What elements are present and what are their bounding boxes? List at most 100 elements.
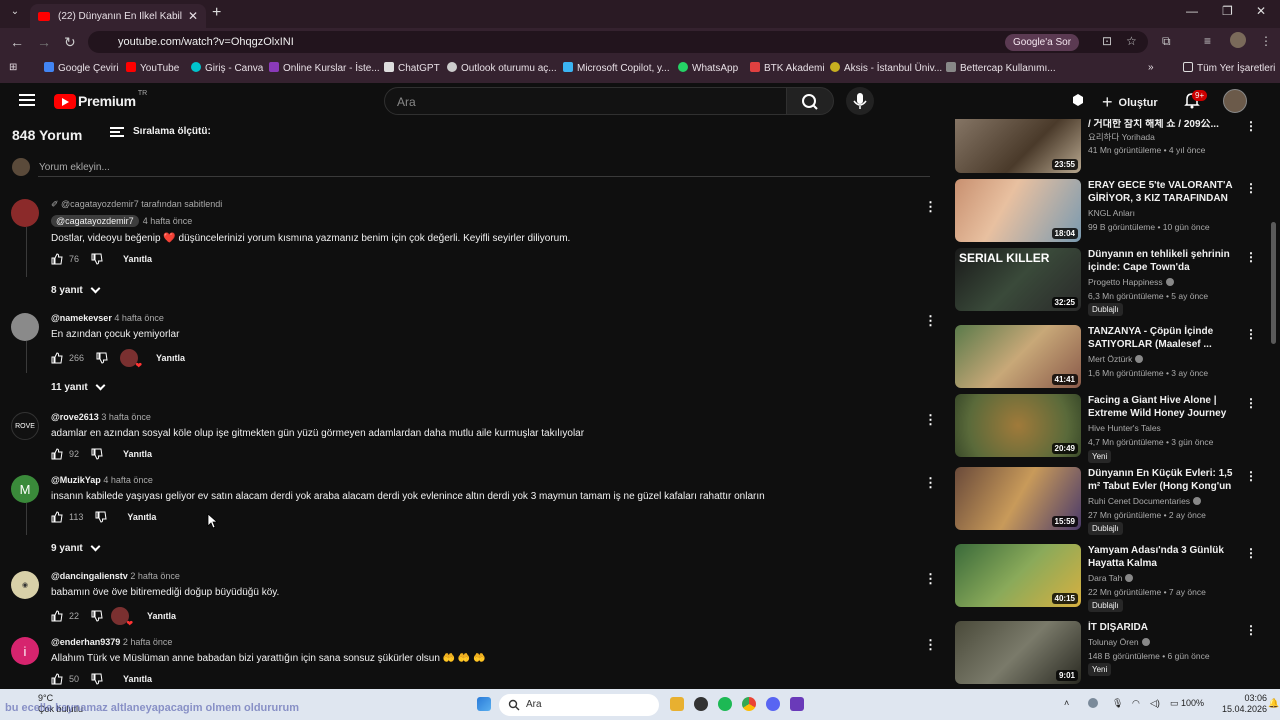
url-field[interactable]: youtube.com/watch?v=OhqgzOlxINI	[88, 31, 1148, 53]
comment-author[interactable]: @MuzikYap	[51, 475, 101, 485]
dislike-icon[interactable]	[91, 610, 103, 622]
notification-icon[interactable]: 🔔	[1268, 698, 1279, 709]
tab-search-icon[interactable]: ⌄	[6, 6, 24, 22]
bookmark-item[interactable]: Google Çeviri	[44, 62, 119, 74]
video-thumbnail[interactable]: 41:41	[955, 325, 1081, 388]
like-icon[interactable]	[51, 253, 63, 265]
youtube-logo[interactable]: Premium TR	[54, 90, 147, 109]
dislike-icon[interactable]	[91, 673, 103, 685]
comment-author[interactable]: @cagatayozdemir7	[51, 215, 139, 227]
file-explorer-icon[interactable]	[670, 697, 684, 711]
bookmark-item[interactable]: Bettercap Kullanımı...	[946, 62, 1056, 74]
menu-icon[interactable]: ⋮	[1260, 34, 1272, 48]
tray-app-icon[interactable]	[1088, 698, 1098, 708]
channel-name[interactable]: Mert Öztürk	[1088, 354, 1144, 364]
channel-name[interactable]: Tolunay Ören	[1088, 637, 1150, 647]
like-icon[interactable]	[51, 610, 63, 622]
more-options-icon[interactable]: ⋮	[924, 475, 937, 491]
more-options-icon[interactable]: ⋮	[924, 313, 937, 329]
taskbar-search[interactable]: Ara	[499, 694, 659, 716]
more-options-icon[interactable]: ⋮	[1245, 469, 1257, 483]
bookmark-item[interactable]: YouTube	[126, 62, 179, 74]
video-thumbnail[interactable]: 20:49	[955, 394, 1081, 457]
channel-name[interactable]: Hive Hunter's Tales	[1088, 423, 1161, 433]
premium-icon[interactable]	[1070, 92, 1086, 108]
video-thumbnail[interactable]: 9:01	[955, 621, 1081, 684]
install-icon[interactable]: ⊡	[1102, 34, 1112, 48]
comment-author[interactable]: @rove2613	[51, 412, 99, 422]
channel-name[interactable]: Ruhi Cenet Documentaries	[1088, 496, 1202, 506]
chrome-icon[interactable]	[742, 697, 756, 711]
tab-active[interactable]: (22) Dünyanın En İlkel Kabilesiy ✕	[30, 4, 206, 28]
account-avatar[interactable]	[1223, 89, 1247, 113]
extensions-icon[interactable]: ⧉	[1162, 34, 1171, 49]
dislike-icon[interactable]	[95, 511, 107, 523]
video-thumbnail[interactable]: SERIAL KILLER 32:25	[955, 248, 1081, 311]
create-button[interactable]: + Oluştur	[1102, 92, 1158, 113]
bookmark-item[interactable]: Microsoft Copilot, y...	[563, 62, 670, 74]
more-bookmarks-icon[interactable]: »	[1148, 62, 1154, 73]
back-icon[interactable]: ←	[10, 34, 24, 50]
app-icon[interactable]	[694, 697, 708, 711]
maximize-icon[interactable]: ❐	[1222, 4, 1233, 18]
more-options-icon[interactable]: ⋮	[1245, 250, 1257, 264]
spotify-icon[interactable]	[718, 697, 732, 711]
video-title[interactable]: TANZANYA - Çöpün İçinde SATIYORLAR (Maal…	[1088, 325, 1238, 351]
wifi-icon[interactable]: ◠	[1132, 698, 1140, 709]
add-comment-input[interactable]: Yorum ekleyin...	[39, 162, 110, 173]
bookmark-item[interactable]: WhatsApp	[678, 62, 738, 74]
bookmark-item[interactable]: Online Kurslar - İste...	[269, 62, 380, 74]
profile-icon[interactable]	[1230, 32, 1246, 48]
comment-time[interactable]: 2 hafta önce	[130, 571, 180, 581]
more-options-icon[interactable]: ⋮	[1245, 546, 1257, 560]
like-icon[interactable]	[51, 511, 63, 523]
sort-button[interactable]: Sıralama ölçütü:	[110, 126, 211, 137]
reply-button[interactable]: Yanıtla	[156, 353, 185, 363]
add-comment[interactable]: Yorum ekleyin...	[12, 158, 110, 176]
more-options-icon[interactable]: ⋮	[1245, 119, 1257, 133]
avatar[interactable]: ◉	[11, 571, 39, 599]
windows-start-icon[interactable]	[477, 697, 491, 711]
video-title[interactable]: İT DIŞARIDA	[1088, 621, 1238, 635]
video-thumbnail[interactable]: 40:15	[955, 544, 1081, 607]
all-bookmarks[interactable]: Tüm Yer İşaretleri	[1183, 62, 1275, 74]
video-title[interactable]: Facing a Giant Hive Alone | Extreme Wild…	[1088, 394, 1238, 420]
video-title[interactable]: Yamyam Adası'nda 3 Günlük Hayatta Kalma	[1088, 544, 1238, 570]
bookmark-item[interactable]: BTK Akademi	[750, 62, 825, 74]
apps-icon[interactable]: ⊞	[9, 62, 17, 73]
avatar[interactable]: ROVE	[11, 412, 39, 440]
comment-time[interactable]: 2 hafta önce	[123, 637, 173, 647]
google-sor-button[interactable]: Google'a Sor	[1005, 34, 1080, 51]
search-input[interactable]: Ara	[384, 87, 787, 115]
bookmark-star-icon[interactable]: ☆	[1126, 34, 1137, 48]
close-tab-icon[interactable]: ✕	[188, 9, 198, 23]
video-title[interactable]: Dünyanın en tehlikeli şehrinin içinde: C…	[1088, 248, 1238, 274]
menu-hamburger-icon[interactable]	[19, 94, 35, 106]
microphone-icon[interactable]: 🎙	[1112, 698, 1123, 709]
channel-name[interactable]: Progetto Happiness	[1088, 277, 1174, 287]
video-title[interactable]: Dünyanın En Küçük Evleri: 1,5 m² Tabut E…	[1088, 467, 1238, 493]
tray-chevron-icon[interactable]: ˄	[1064, 698, 1069, 708]
voice-search-button[interactable]	[846, 87, 874, 115]
reply-button[interactable]: Yanıtla	[147, 611, 176, 621]
avatar[interactable]	[11, 313, 39, 341]
like-icon[interactable]	[51, 448, 63, 460]
like-icon[interactable]	[51, 673, 63, 685]
comment-time[interactable]: 4 hafta önce	[143, 216, 193, 226]
video-thumbnail[interactable]: 15:59	[955, 467, 1081, 530]
avatar[interactable]	[11, 199, 39, 227]
comment-time[interactable]: 3 hafta önce	[101, 412, 151, 422]
new-tab-icon[interactable]: +	[212, 4, 221, 22]
comment-time[interactable]: 4 hafta önce	[114, 313, 164, 323]
volume-icon[interactable]: ◁)	[1150, 698, 1160, 709]
view-replies-button[interactable]: 8 yanıt	[51, 283, 101, 296]
view-replies-button[interactable]: 9 yanıt	[51, 541, 101, 554]
video-thumbnail[interactable]: 23:55	[955, 119, 1081, 173]
more-options-icon[interactable]: ⋮	[924, 637, 937, 653]
reply-button[interactable]: Yanıtla	[123, 449, 152, 459]
channel-name[interactable]: Dara Tah	[1088, 573, 1134, 583]
bookmark-item[interactable]: ChatGPT	[384, 62, 440, 74]
channel-name[interactable]: KNGL Anları	[1088, 208, 1135, 218]
bookmark-item[interactable]: Aksis - İstanbul Üniv...	[830, 62, 942, 74]
more-options-icon[interactable]: ⋮	[924, 199, 937, 215]
